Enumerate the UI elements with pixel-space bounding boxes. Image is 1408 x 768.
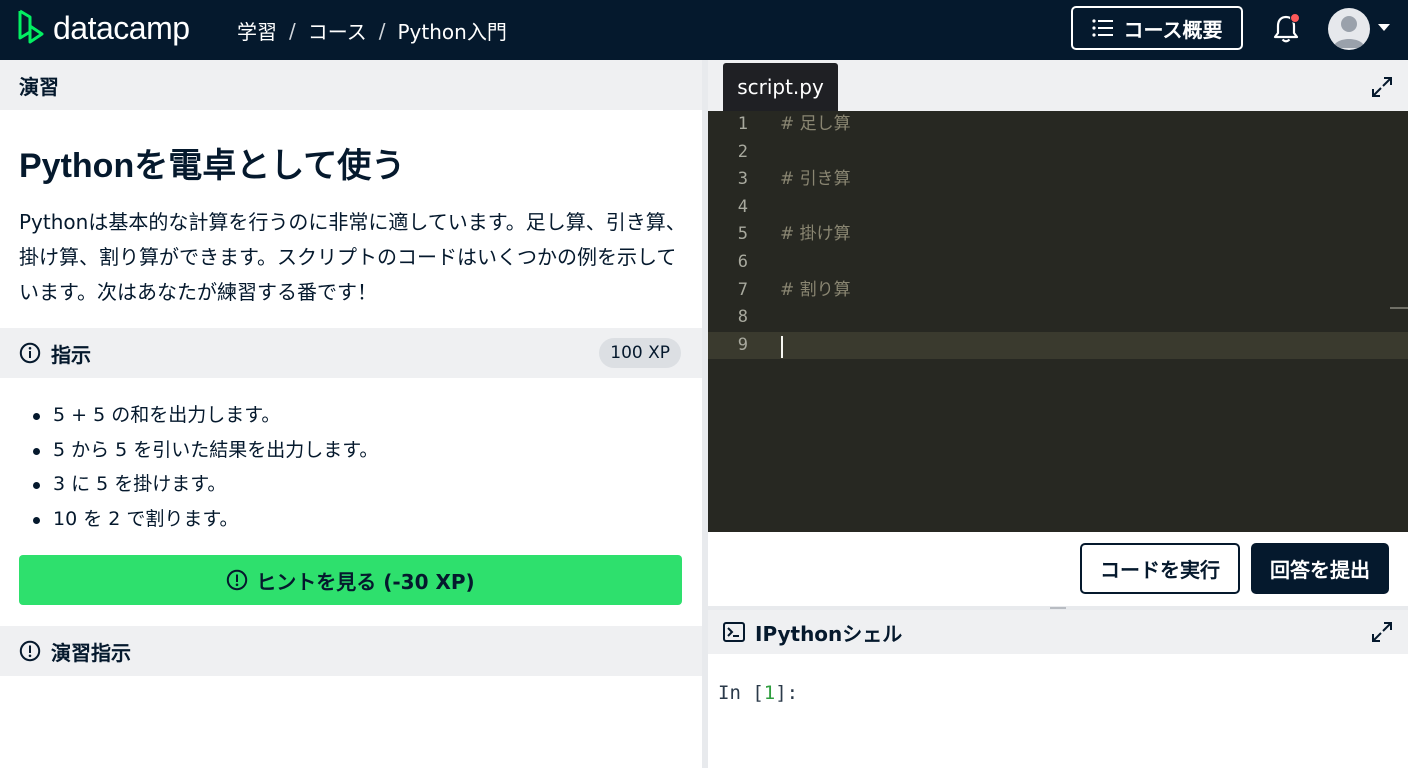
course-outline-label: コース概要: [1123, 17, 1223, 42]
datacamp-logo-mark-icon: [18, 9, 44, 44]
list-icon: [1091, 19, 1113, 37]
instruction-list: 5 + 5 の和を出力します。 5 から 5 を引いた結果を出力します。 3 に…: [32, 398, 378, 537]
submit-answer-button[interactable]: 回答を提出: [1251, 543, 1389, 594]
code-line[interactable]: 1 # 足し算: [708, 111, 1408, 139]
breadcrumb-item-courses[interactable]: コース: [308, 16, 367, 45]
instructions-label: 指示: [51, 342, 91, 367]
exercise-section-header: 演習: [0, 60, 702, 110]
workspace-panel: script.py 1 # 足し算 2 3 # 引き算 4 5 # 掛け算 6 7 # 割り算 8 9 …: [708, 60, 1408, 768]
run-code-button[interactable]: コードを実行: [1080, 543, 1240, 594]
code-text: # 足し算: [780, 114, 851, 134]
list-item: 10 を 2 で割ります。: [32, 502, 378, 537]
code-text: # 割り算: [780, 279, 851, 300]
prompt-number: 1: [763, 682, 776, 704]
shell-title: IPythonシェル: [755, 621, 903, 646]
breadcrumb-separator: /: [378, 18, 386, 43]
logo-wordmark: datacamp: [53, 9, 190, 46]
line-number: 6: [737, 252, 748, 272]
line-number: 7: [737, 279, 748, 300]
notification-dot: [1290, 13, 1300, 23]
code-line[interactable]: 4: [708, 194, 1408, 222]
chevron-down-icon[interactable]: [1378, 24, 1390, 31]
exercise-title: Pythonを電卓として使う: [19, 147, 406, 185]
code-line[interactable]: 6: [708, 249, 1408, 277]
prompt-suffix: ]:: [775, 682, 799, 704]
list-item: 3 に 5 を掛けます。: [32, 467, 378, 502]
prompt-prefix: In [: [718, 682, 764, 704]
line-number: 8: [737, 307, 748, 328]
course-outline-button[interactable]: コース概要: [1071, 6, 1243, 50]
breadcrumb: 学習 / コース / Python入門: [237, 16, 507, 45]
info-icon: [19, 342, 41, 364]
alert-icon: [227, 569, 248, 591]
code-editor[interactable]: 1 # 足し算 2 3 # 引き算 4 5 # 掛け算 6 7 # 割り算 8 9: [708, 111, 1408, 532]
breadcrumb-separator: /: [289, 18, 296, 43]
ipython-shell[interactable]: In [1]:: [708, 654, 1408, 768]
line-number: 5: [737, 224, 748, 245]
code-text: # 掛け算: [780, 224, 851, 245]
code-text: # 引き算: [780, 169, 851, 190]
splitter-grip: [1050, 607, 1066, 609]
hint-button[interactable]: ヒントを見る (-30 XP): [19, 555, 682, 605]
line-number: 4: [737, 196, 748, 217]
user-avatar[interactable]: [1328, 8, 1370, 50]
practice-instructions-label: 演習指示: [51, 640, 131, 665]
top-navigation-bar: datacamp 学習 / コース / Python入門 コース概要: [0, 0, 1408, 60]
text-caret: [781, 335, 783, 358]
expand-icon[interactable]: [1371, 76, 1393, 98]
xp-badge: 100 XP: [599, 338, 681, 368]
editor-tab-bar: script.py: [708, 60, 1408, 111]
practice-instructions-header[interactable]: 演習指示: [0, 626, 702, 676]
code-line[interactable]: 5 # 掛け算: [708, 221, 1408, 249]
line-number: 3: [737, 169, 748, 190]
expand-icon[interactable]: [1371, 621, 1393, 643]
editor-actions: コードを実行 回答を提出: [708, 532, 1408, 606]
alert-icon: [19, 640, 41, 662]
hint-button-label: ヒントを見る (-30 XP): [256, 569, 475, 594]
code-line[interactable]: 7 # 割り算: [708, 277, 1408, 305]
terminal-icon: [723, 622, 745, 642]
datacamp-logo[interactable]: datacamp: [17, 8, 190, 48]
exercise-panel: 演習 Pythonを電卓として使う Pythonは基本的な計算を行うのに非常に適…: [0, 60, 702, 768]
list-item: 5 から 5 を引いた結果を出力します。: [32, 433, 378, 468]
instructions-header: 指示 100 XP: [0, 328, 702, 378]
line-number: 2: [737, 141, 748, 162]
shell-prompt: In [1]:: [718, 682, 798, 704]
breadcrumb-item-course[interactable]: Python入門: [398, 16, 507, 45]
code-line[interactable]: 2: [708, 139, 1408, 167]
code-line[interactable]: 8: [708, 304, 1408, 332]
code-line[interactable]: 3 # 引き算: [708, 166, 1408, 194]
exercise-description: Pythonは基本的な計算を行うのに非常に適しています。足し算、引き算、掛け算、…: [19, 210, 686, 304]
app-root: datacamp 学習 / コース / Python入門 コース概要 演習 Py…: [0, 0, 1408, 768]
exercise-section-label: 演習: [19, 74, 59, 99]
shell-header: IPythonシェル: [708, 610, 1408, 654]
line-number: 9: [737, 334, 748, 355]
list-item: 5 + 5 の和を出力します。: [32, 398, 378, 433]
line-number: 1: [737, 114, 748, 134]
code-line[interactable]: 9: [708, 331, 1408, 360]
breadcrumb-item-learn[interactable]: 学習: [237, 16, 277, 45]
user-icon: [1333, 16, 1365, 48]
tab-script-py[interactable]: script.py: [723, 63, 838, 111]
